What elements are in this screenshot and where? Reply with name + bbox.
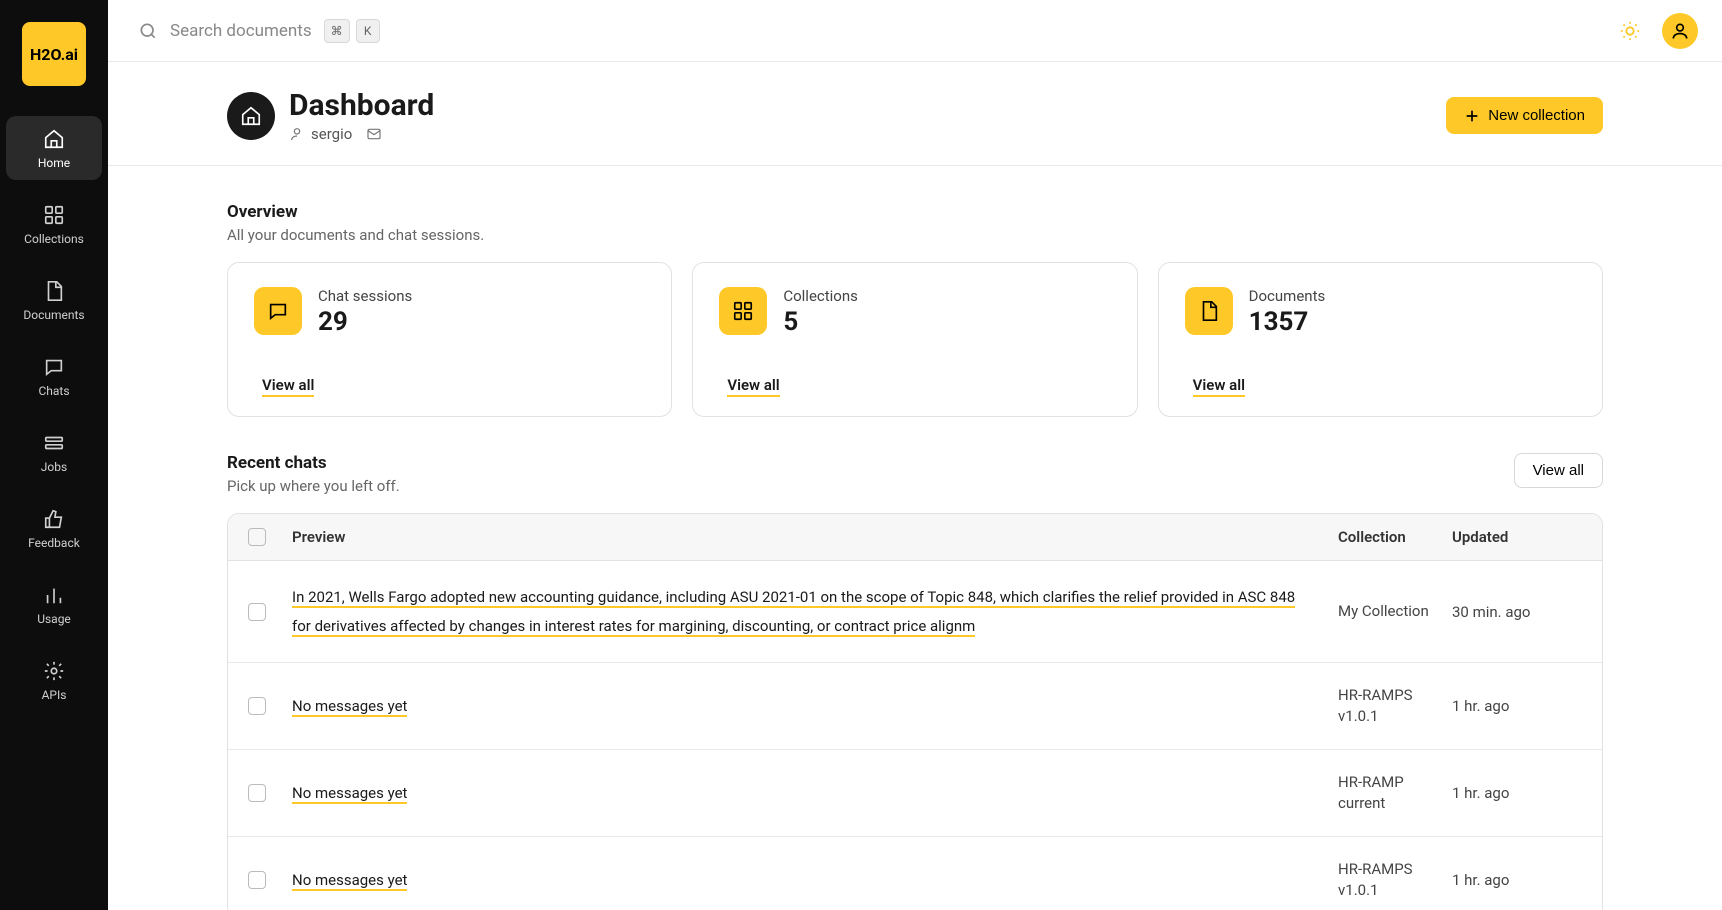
sidebar-item-home[interactable]: Home <box>6 116 102 180</box>
document-icon <box>1198 300 1220 322</box>
row-updated: 1 hr. ago <box>1452 784 1509 802</box>
table-row: No messages yet HR-RAMP current 1 hr. ag… <box>228 750 1602 837</box>
page-icon <box>227 92 275 140</box>
sidebar-item-label: Usage <box>37 612 71 626</box>
sidebar-item-label: Documents <box>23 308 84 322</box>
view-all-link[interactable]: View all <box>1193 376 1245 397</box>
new-collection-button[interactable]: New collection <box>1446 97 1603 134</box>
card-value: 29 <box>318 307 412 337</box>
row-checkbox[interactable] <box>248 871 266 889</box>
row-collection: HR-RAMP current <box>1338 773 1404 812</box>
recent-title: Recent chats <box>227 453 400 473</box>
chat-icon <box>267 300 289 322</box>
sidebar-item-feedback[interactable]: Feedback <box>6 496 102 560</box>
home-icon <box>240 105 262 127</box>
sidebar: H2O.ai Home Collections Documents Chats … <box>0 0 108 910</box>
plus-icon <box>1464 108 1480 124</box>
sidebar-item-apis[interactable]: APIs <box>6 648 102 712</box>
user-icon <box>289 126 305 142</box>
sidebar-item-label: Collections <box>24 232 84 246</box>
card-label: Collections <box>783 287 858 305</box>
select-all-checkbox[interactable] <box>248 528 266 546</box>
row-checkbox[interactable] <box>248 784 266 802</box>
page-email-icon <box>366 126 382 142</box>
sidebar-item-collections[interactable]: Collections <box>6 192 102 256</box>
row-collection: My Collection <box>1338 602 1429 620</box>
sidebar-item-label: Feedback <box>28 536 80 550</box>
row-updated: 30 min. ago <box>1452 603 1530 621</box>
chat-preview-link[interactable]: No messages yet <box>292 784 407 804</box>
kbd-cmd: ⌘ <box>324 19 350 43</box>
column-header-preview: Preview <box>292 528 1338 546</box>
chat-preview-link[interactable]: No messages yet <box>292 871 407 891</box>
topbar: Search documents ⌘ K <box>108 0 1722 62</box>
search-input[interactable]: Search documents ⌘ K <box>138 19 380 43</box>
row-updated: 1 hr. ago <box>1452 871 1509 889</box>
column-header-collection: Collection <box>1338 528 1452 546</box>
theme-toggle-button[interactable] <box>1612 13 1648 49</box>
row-updated: 1 hr. ago <box>1452 697 1509 715</box>
overview-section: Overview All your documents and chat ses… <box>185 166 1645 417</box>
table-row: No messages yet HR-RAMPS v1.0.1 1 hr. ag… <box>228 837 1602 910</box>
thumbs-up-icon <box>43 508 65 530</box>
bar-chart-icon <box>43 584 65 606</box>
table-row: In 2021, Wells Fargo adopted new account… <box>228 561 1602 663</box>
grid-icon <box>732 300 754 322</box>
gear-icon <box>43 660 65 682</box>
sidebar-item-label: Jobs <box>41 460 67 474</box>
jobs-icon <box>43 432 65 454</box>
overview-subtitle: All your documents and chat sessions. <box>227 226 484 244</box>
table-row: No messages yet HR-RAMPS v1.0.1 1 hr. ag… <box>228 663 1602 750</box>
kbd-k: K <box>356 19 380 43</box>
view-all-link[interactable]: View all <box>727 376 779 397</box>
sidebar-item-label: APIs <box>42 688 67 702</box>
view-all-button[interactable]: View all <box>1514 453 1603 488</box>
card-documents: Documents 1357 View all <box>1158 262 1603 417</box>
user-avatar[interactable] <box>1662 13 1698 49</box>
overview-title: Overview <box>227 202 484 222</box>
chat-preview-link[interactable]: No messages yet <box>292 697 407 717</box>
search-placeholder: Search documents <box>170 21 312 41</box>
card-collections: Collections 5 View all <box>692 262 1137 417</box>
sidebar-item-documents[interactable]: Documents <box>6 268 102 332</box>
row-checkbox[interactable] <box>248 603 266 621</box>
user-icon <box>1670 21 1690 41</box>
view-all-link[interactable]: View all <box>262 376 314 397</box>
recent-chats-table: Preview Collection Updated In 2021, Well… <box>227 513 1603 910</box>
recent-subtitle: Pick up where you left off. <box>227 477 400 495</box>
home-icon <box>43 128 65 150</box>
sidebar-item-label: Home <box>38 156 70 170</box>
card-value: 1357 <box>1249 307 1326 337</box>
card-chat-sessions: Chat sessions 29 View all <box>227 262 672 417</box>
grid-icon <box>43 204 65 226</box>
recent-chats-section: Recent chats Pick up where you left off.… <box>185 417 1645 910</box>
table-header-row: Preview Collection Updated <box>228 514 1602 561</box>
card-value: 5 <box>783 307 858 337</box>
document-icon <box>43 280 65 302</box>
brand-logo[interactable]: H2O.ai <box>22 22 86 86</box>
card-label: Chat sessions <box>318 287 412 305</box>
column-header-updated: Updated <box>1452 528 1582 546</box>
sidebar-item-chats[interactable]: Chats <box>6 344 102 408</box>
chat-icon <box>43 356 65 378</box>
page-user: sergio <box>289 125 352 143</box>
page-header: Dashboard sergio <box>108 62 1722 166</box>
sun-icon <box>1619 20 1641 42</box>
chat-preview-link[interactable]: In 2021, Wells Fargo adopted new account… <box>292 588 1295 637</box>
row-checkbox[interactable] <box>248 697 266 715</box>
search-icon <box>138 21 158 41</box>
mail-icon <box>366 126 382 142</box>
sidebar-item-label: Chats <box>38 384 69 398</box>
sidebar-item-jobs[interactable]: Jobs <box>6 420 102 484</box>
row-collection: HR-RAMPS v1.0.1 <box>1338 860 1413 899</box>
card-label: Documents <box>1249 287 1326 305</box>
page-title: Dashboard <box>289 88 434 123</box>
row-collection: HR-RAMPS v1.0.1 <box>1338 686 1413 725</box>
sidebar-item-usage[interactable]: Usage <box>6 572 102 636</box>
